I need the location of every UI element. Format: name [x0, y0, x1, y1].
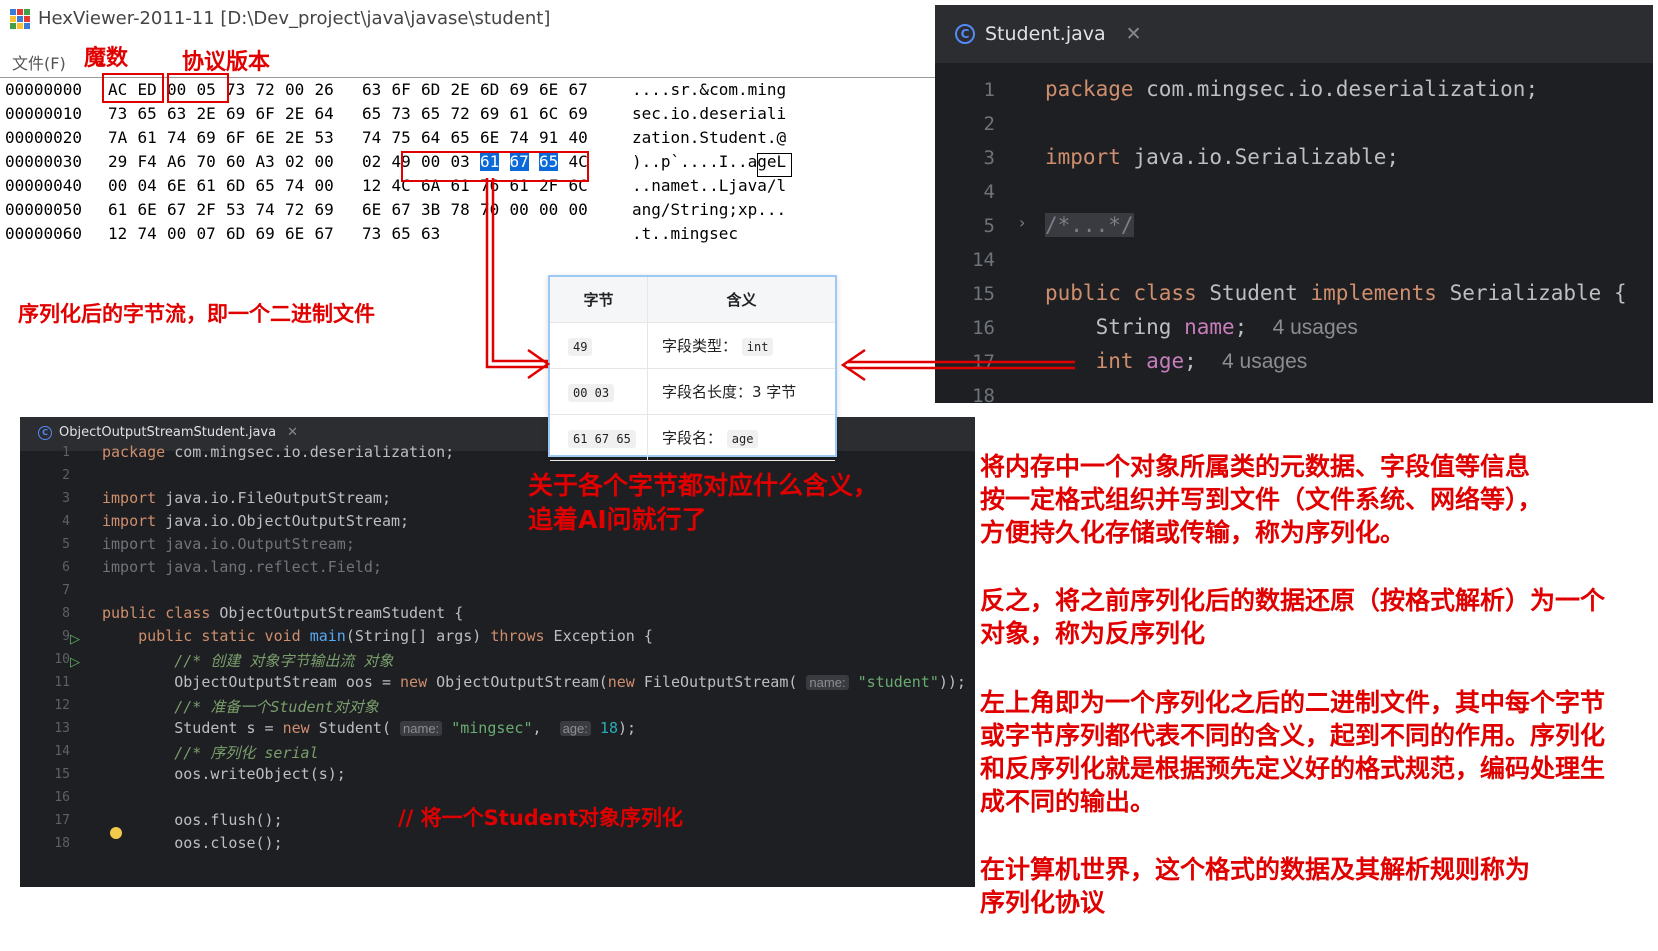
explanation-paragraph-3: 左上角即为一个序列化之后的二进制文件，其中每个字节 或字节序列都代表不同的含义，… — [980, 686, 1645, 818]
explanation-paragraph-4: 在计算机世界，这个格式的数据及其解析规则称为 序列化协议 — [980, 853, 1645, 919]
explanation-line: 对象，称为反序列化 — [980, 619, 1206, 648]
explanation-paragraph-1: 将内存中一个对象所属类的元数据、字段值等信息 按一定格式组织并写到文件（文件系统… — [980, 450, 1645, 549]
explanation-line: 反之，将之前序列化后的数据还原（按格式解析）为一个 — [980, 586, 1606, 615]
explanation-line: 按一定格式组织并写到文件（文件系统、网络等）， — [980, 485, 1543, 514]
explanation-paragraph-2: 反之，将之前序列化后的数据还原（按格式解析）为一个 对象，称为反序列化 — [980, 584, 1645, 650]
explanation-line: 在计算机世界，这个格式的数据及其解析规则称为 — [980, 855, 1531, 884]
explanation-line: 方便持久化存储或传输，称为序列化。 — [980, 518, 1406, 547]
explanation-line: 将内存中一个对象所属类的元数据、字段值等信息 — [980, 452, 1531, 481]
explanation-line: 左上角即为一个序列化之后的二进制文件，其中每个字节 — [980, 688, 1606, 717]
arrow-hex-to-table — [485, 178, 551, 380]
explanation-line: 序列化协议 — [980, 888, 1106, 917]
explanation-line: 或字节序列都代表不同的含义，起到不同的作用。序列化 — [980, 721, 1606, 750]
explanation-line: 和反序列化就是根据预先定义好的格式规范，编码处理生 — [980, 754, 1606, 783]
arrow-code-to-table — [840, 348, 1075, 382]
explanation-line: 成不同的输出。 — [980, 787, 1156, 816]
